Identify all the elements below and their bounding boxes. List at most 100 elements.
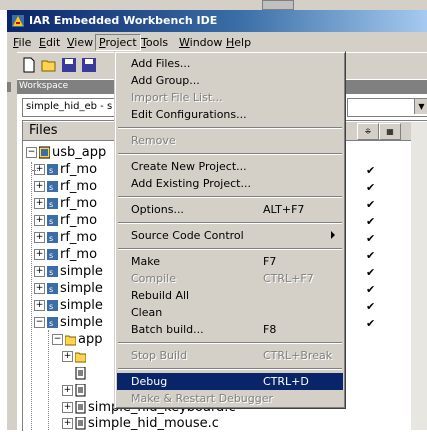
menu-separator <box>118 222 342 224</box>
title-bar[interactable]: IAR Embedded Workbench IDE <box>7 10 427 32</box>
svg-text:s: s <box>49 183 53 192</box>
tree-row[interactable]: + s rf_mo <box>26 247 97 263</box>
new-file-icon[interactable] <box>21 57 37 73</box>
window-title: IAR Embedded Workbench IDE <box>29 14 218 27</box>
tree-root[interactable]: − usb_app <box>26 145 106 161</box>
tree-subrow[interactable] <box>62 366 88 382</box>
tree-subrow[interactable]: − app <box>44 332 102 348</box>
svg-text:s: s <box>49 234 53 243</box>
file-icon <box>75 384 86 397</box>
svg-text:s: s <box>49 200 53 209</box>
menu-view[interactable]: View <box>64 35 96 50</box>
tree-row[interactable]: + s simple <box>26 298 103 314</box>
files-column-header[interactable]: Files <box>29 123 58 138</box>
build-checkmark: ✔ <box>366 249 376 262</box>
menu-separator <box>118 342 342 344</box>
svg-text:s: s <box>49 166 53 175</box>
save-all-icon[interactable] <box>81 57 97 73</box>
project-icon: s <box>47 249 58 260</box>
menu-item-create-new-project[interactable]: Create New Project... <box>117 158 343 175</box>
menu-item-rebuild-all[interactable]: Rebuild All <box>117 287 343 304</box>
menu-item-make[interactable]: Make F7 <box>117 253 343 270</box>
menu-project[interactable]: Project <box>95 34 141 51</box>
expand-icon[interactable]: + <box>62 351 73 362</box>
expand-icon[interactable]: + <box>34 266 45 277</box>
menu-bar: File Edit View Project Tools Window Help <box>7 32 427 52</box>
configuration-select[interactable]: simple_hid_eb - s <box>22 98 129 117</box>
svg-text:s: s <box>49 268 53 277</box>
expand-icon[interactable]: + <box>62 418 73 429</box>
menu-item-options[interactable]: Options... ALT+F7 <box>117 201 343 218</box>
tree-row[interactable]: − s simple <box>26 315 103 331</box>
menu-file[interactable]: File <box>10 35 34 50</box>
project-icon: s <box>47 266 58 277</box>
column-icon-2[interactable]: ▦ <box>379 123 401 140</box>
desktop-strip <box>0 0 427 10</box>
file-icon <box>75 417 86 430</box>
menu-separator <box>118 153 342 155</box>
save-icon[interactable] <box>61 57 77 73</box>
chevron-down-icon[interactable]: ▼ <box>414 99 427 114</box>
project-icon: s <box>47 300 58 311</box>
tree-row[interactable]: + s rf_mo <box>26 196 97 212</box>
collapse-icon[interactable]: − <box>52 334 63 345</box>
configuration-select-value: simple_hid_eb - s <box>26 101 113 112</box>
expand-icon[interactable]: + <box>34 249 45 260</box>
expand-icon[interactable]: + <box>34 181 45 192</box>
build-checkmark: ✔ <box>366 317 376 330</box>
menu-separator <box>118 127 342 129</box>
menu-item-add-existing-project[interactable]: Add Existing Project... <box>117 175 343 192</box>
tree-row[interactable]: + s rf_mo <box>26 179 97 195</box>
workspace-icon <box>39 146 50 159</box>
expand-icon[interactable]: + <box>34 232 45 243</box>
menu-item-clean[interactable]: Clean <box>117 304 343 321</box>
menu-item-compile: Compile CTRL+F7 <box>131 272 314 285</box>
expand-icon[interactable]: + <box>34 215 45 226</box>
menu-item-remove: Remove <box>131 134 176 147</box>
tree-row[interactable]: + s rf_mo <box>26 213 97 229</box>
tree-subrow[interactable]: + <box>62 383 88 399</box>
menu-item-source-code-control[interactable]: Source Code Control <box>117 227 343 244</box>
workspace-header-label: Workspace <box>19 81 69 91</box>
tree-scrollbar[interactable] <box>411 122 427 430</box>
folder-icon <box>65 335 76 346</box>
menu-item-batch-build[interactable]: Batch build... F8 <box>117 321 343 338</box>
menu-item-add-group[interactable]: Add Group... <box>117 72 343 89</box>
svg-text:s: s <box>49 251 53 260</box>
left-frame <box>7 52 17 430</box>
menu-edit[interactable]: Edit <box>36 35 63 50</box>
expand-icon[interactable]: + <box>34 283 45 294</box>
menu-item-stop-build: Stop Build CTRL+Break <box>131 349 333 362</box>
tree-row[interactable]: + s rf_mo <box>26 162 97 178</box>
project-icon: s <box>47 198 58 209</box>
menu-item-edit-configurations[interactable]: Edit Configurations... <box>117 106 343 123</box>
menu-item-debug[interactable]: Debug CTRL+D <box>117 373 343 390</box>
svg-text:s: s <box>49 319 53 328</box>
dock-grip[interactable] <box>7 82 11 92</box>
expand-icon[interactable]: + <box>62 402 73 413</box>
tree-subrow[interactable]: + <box>62 349 88 365</box>
svg-text:s: s <box>49 285 53 294</box>
menu-item-add-files[interactable]: Add Files... <box>117 55 343 72</box>
tree-row[interactable]: + s simple <box>26 281 103 297</box>
tree-row[interactable]: + s rf_mo <box>26 230 97 246</box>
menu-window[interactable]: Window <box>176 35 225 50</box>
menu-item-import-file-list: Import File List... <box>131 91 223 104</box>
menu-separator <box>118 248 342 250</box>
column-icon-1[interactable]: ⁜ <box>357 123 379 140</box>
svg-text:s: s <box>49 302 53 311</box>
tree-row[interactable]: + s simple <box>26 264 103 280</box>
project-icon: s <box>47 181 58 192</box>
open-folder-icon[interactable] <box>41 57 57 73</box>
collapse-icon[interactable]: − <box>34 317 45 328</box>
collapse-icon[interactable]: − <box>26 147 37 158</box>
configuration-select-right[interactable]: ▼ <box>347 98 427 117</box>
expand-icon[interactable]: + <box>34 300 45 311</box>
build-checkmark: ✔ <box>366 266 376 279</box>
menu-tools[interactable]: Tools <box>138 35 171 50</box>
menu-help[interactable]: Help <box>223 35 254 50</box>
build-checkmark: ✔ <box>366 181 376 194</box>
expand-icon[interactable]: + <box>34 198 45 209</box>
expand-icon[interactable]: + <box>62 385 73 396</box>
project-icon: s <box>47 164 58 175</box>
